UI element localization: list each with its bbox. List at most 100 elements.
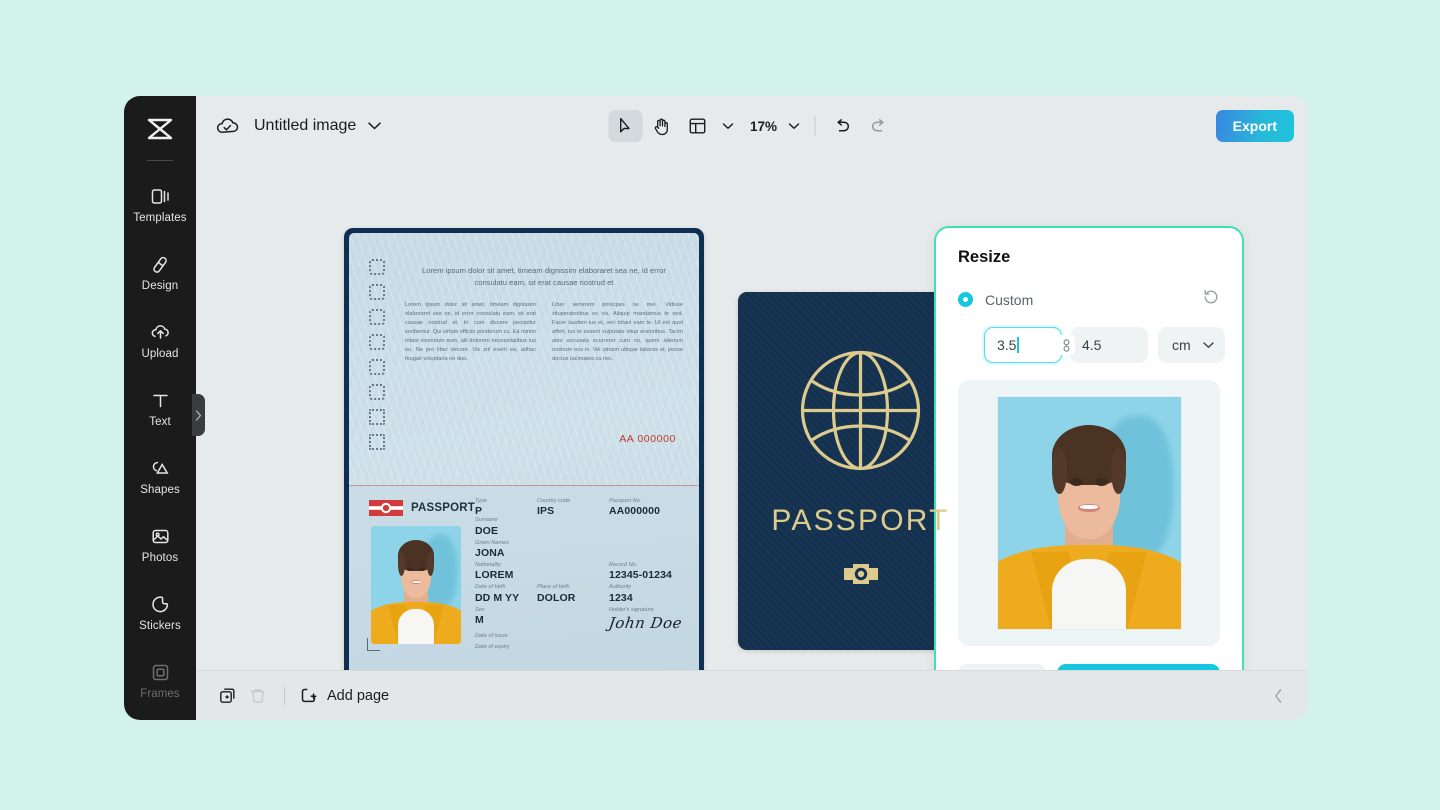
sidebar-item-photos[interactable]: Photos (124, 511, 196, 579)
field-signature: Holder's signature John Doe (607, 606, 684, 652)
field-value: M (475, 613, 484, 626)
sidebar-item-text[interactable]: Text (124, 375, 196, 443)
panel-title: Resize (958, 248, 1011, 266)
document-title[interactable]: Untitled image (254, 117, 356, 135)
delete-page-icon (250, 689, 264, 703)
resize-preview-box (958, 380, 1220, 646)
perforation-mark (369, 309, 385, 325)
sidebar-item-label: Photos (141, 552, 179, 564)
width-input[interactable]: 3.5 (984, 327, 1062, 363)
hand-tool-button[interactable] (645, 110, 679, 142)
passport-body-right: Liber verterem principes ne mei. Vidisse… (552, 302, 683, 363)
passport-badge: PASSPORT (369, 500, 475, 516)
custom-radio-button[interactable] (958, 292, 973, 307)
text-icon (152, 394, 168, 408)
field-surname: Surname DOE (475, 517, 687, 536)
capcut-logo[interactable] (138, 110, 182, 148)
perforation-mark (369, 409, 385, 425)
passport-data-section: PASSPORT Type P Country code IPS Passpor… (349, 486, 699, 670)
field-label: Holder's signature (609, 606, 654, 613)
upload-icon (151, 325, 169, 339)
passport-badge-label: PASSPORT (411, 502, 476, 514)
layout-dropdown-caret[interactable] (717, 111, 739, 141)
cloud-saved-icon[interactable] (214, 113, 240, 139)
sidebar-item-upload[interactable]: Upload (124, 307, 196, 375)
hand-pan-icon (654, 118, 668, 135)
resize-preview-image (997, 397, 1181, 629)
panel-collapse-button[interactable] (1266, 684, 1290, 708)
sidebar-item-templates[interactable]: Templates (124, 171, 196, 239)
sidebar-item-shapes[interactable]: Shapes (124, 443, 196, 511)
dimension-inputs: 3.5 4.5 cm (958, 327, 1225, 363)
field-label: Sex (475, 606, 485, 613)
perforation-mark (369, 259, 385, 275)
passport-heading-text: Lorem ipsum dolor sit amet, timeam digni… (422, 266, 666, 287)
photos-icon (151, 529, 169, 544)
undo-button[interactable] (826, 110, 860, 142)
field-authority: Authority 1234 (609, 584, 633, 603)
sidebar-collapse-handle[interactable] (192, 394, 205, 436)
zoom-dropdown-caret[interactable] (783, 111, 805, 141)
passport-emblem-icon (369, 500, 403, 516)
custom-size-row: Custom (958, 288, 1220, 311)
field-label: Given Names (475, 539, 509, 546)
field-value: DOE (475, 524, 499, 537)
field-nationality: Nationality LOREM (475, 562, 609, 581)
sidebar-item-stickers[interactable]: Stickers (124, 579, 196, 647)
add-page-icon (301, 688, 317, 703)
reset-icon[interactable] (1202, 288, 1220, 311)
cover-title: PASSPORT (771, 503, 950, 537)
sidebar-item-label: Templates (133, 212, 187, 224)
frames-icon (152, 664, 168, 681)
field-place-of-birth: Place of birth DOLOR (537, 584, 609, 603)
biometric-chip-icon (843, 563, 878, 589)
toolbar-divider (814, 116, 816, 136)
add-page-label: Add page (327, 687, 390, 704)
zoom-level-value[interactable]: 17% (749, 119, 779, 134)
passport-data-page[interactable]: Lorem ipsum dolor sit amet, timeam digni… (344, 228, 704, 670)
passport-body-columns: Lorem ipsum dolor sit amet, timeam digni… (405, 301, 683, 364)
field-row: Type P Country code IPS Passport No. AA0… (475, 498, 687, 517)
duplicate-page-button[interactable] (212, 681, 242, 711)
passport-body-left: Lorem ipsum dolor sit amet, timeam digni… (405, 302, 536, 363)
title-dropdown-caret[interactable] (368, 122, 382, 130)
height-value: 4.5 (1082, 337, 1102, 353)
canvas-area[interactable]: Lorem ipsum dolor sit amet, timeam digni… (196, 156, 1308, 670)
redo-button[interactable] (862, 110, 896, 142)
passport-fields: Type P Country code IPS Passport No. AA0… (475, 498, 687, 652)
cursor-select-icon (619, 117, 630, 133)
select-tool-button[interactable] (608, 110, 643, 142)
photo-corner-mark (367, 638, 380, 651)
sidebar-divider (147, 160, 173, 161)
perforation-mark (369, 384, 385, 400)
bottom-toolbar: Add page (196, 670, 1308, 720)
field-value: IPS (537, 505, 555, 518)
field-value: P (475, 505, 483, 518)
delete-page-button[interactable] (242, 681, 272, 711)
perforation-mark (369, 359, 385, 375)
unit-select[interactable]: cm (1158, 327, 1225, 363)
field-value: DOLOR (537, 591, 576, 604)
unit-value: cm (1172, 337, 1191, 353)
custom-radio-label: Custom (985, 291, 1034, 308)
stickers-icon (151, 596, 168, 613)
layout-tool-button[interactable] (681, 110, 715, 142)
field-value: John Doe (607, 613, 684, 632)
link-dimensions-icon[interactable] (1058, 335, 1075, 355)
field-label: Passport No. (609, 498, 642, 504)
passport-holder-photo (371, 526, 461, 644)
canvas-tools: 17% (608, 110, 896, 142)
field-label: Type (475, 498, 488, 504)
sidebar-item-frames[interactable]: Frames (124, 647, 196, 715)
add-page-button[interactable]: Add page (299, 686, 389, 705)
sidebar-item-label: Stickers (139, 620, 181, 632)
text-caret (1017, 337, 1019, 353)
export-button[interactable]: Export (1215, 110, 1294, 142)
width-value: 3.5 (997, 337, 1017, 353)
sidebar-item-design[interactable]: Design (124, 239, 196, 307)
field-value: JONA (475, 546, 505, 559)
sidebar-item-label: Upload (141, 348, 179, 360)
height-input[interactable]: 4.5 (1070, 327, 1148, 363)
field-label: Nationality (475, 561, 502, 568)
undo-icon (837, 118, 850, 131)
